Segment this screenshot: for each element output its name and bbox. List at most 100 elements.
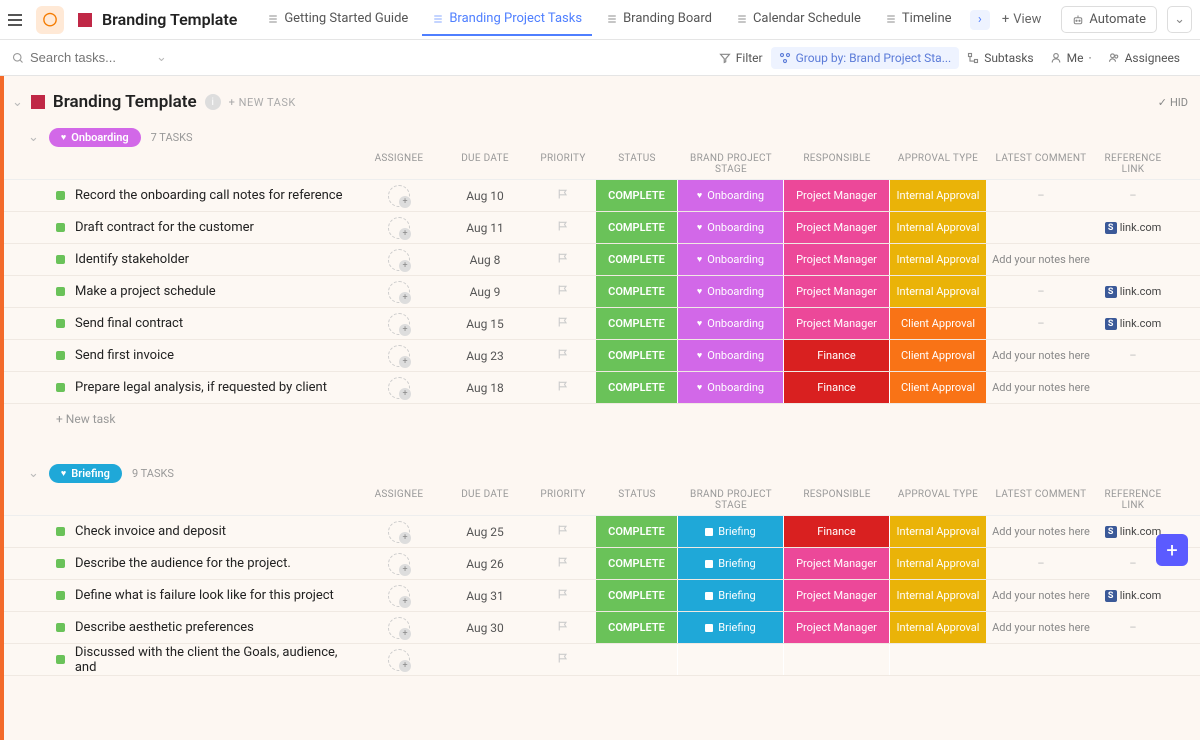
responsible-cell[interactable]: Project Manager — [784, 212, 890, 243]
priority-cell[interactable] — [530, 284, 596, 300]
stage-cell[interactable]: ♥ Onboarding — [678, 372, 784, 403]
info-icon[interactable]: i — [205, 94, 221, 110]
task-row[interactable]: Describe the audience for the project.Au… — [4, 548, 1200, 580]
group-by-button[interactable]: Group by: Brand Project Sta... — [771, 47, 960, 69]
link-cell[interactable]: S link.com — [1096, 285, 1170, 298]
stage-cell[interactable]: Briefing — [678, 548, 784, 579]
assignee-avatar[interactable] — [388, 345, 410, 367]
responsible-cell[interactable]: Project Manager — [784, 244, 890, 275]
priority-cell[interactable] — [530, 524, 596, 540]
priority-cell[interactable] — [530, 348, 596, 364]
responsible-cell[interactable]: Project Manager — [784, 580, 890, 611]
due-date-cell[interactable]: Aug 11 — [440, 221, 530, 235]
status-cell[interactable]: COMPLETE — [596, 372, 678, 403]
collapse-stage-icon[interactable]: ⌄ — [28, 466, 39, 481]
status-cell[interactable]: COMPLETE — [596, 212, 678, 243]
task-row[interactable]: Check invoice and depositAug 25COMPLETE … — [4, 516, 1200, 548]
menu-icon[interactable] — [8, 10, 28, 30]
comment-cell[interactable]: – — [986, 285, 1096, 298]
stage-cell[interactable]: ♥ Onboarding — [678, 340, 784, 371]
approval-cell[interactable]: Internal Approval — [890, 548, 986, 579]
search-input[interactable] — [30, 50, 150, 65]
due-date-cell[interactable]: Aug 30 — [440, 621, 530, 635]
stage-cell[interactable]: ♥ Onboarding — [678, 308, 784, 339]
status-cell[interactable]: COMPLETE — [596, 612, 678, 643]
comment-cell[interactable]: Add your notes here — [986, 525, 1096, 538]
assignees-button[interactable]: Assignees — [1100, 47, 1188, 69]
tab-getting-started-guide[interactable]: Getting Started Guide — [257, 3, 418, 36]
responsible-cell[interactable]: Project Manager — [784, 548, 890, 579]
task-row[interactable]: Describe aesthetic preferencesAug 30COMP… — [4, 612, 1200, 644]
approval-cell[interactable]: Internal Approval — [890, 180, 986, 211]
new-task-header-button[interactable]: + NEW TASK — [229, 96, 296, 109]
status-cell[interactable]: COMPLETE — [596, 580, 678, 611]
task-status-icon[interactable] — [56, 383, 65, 392]
approval-cell[interactable]: Client Approval — [890, 372, 986, 403]
stage-cell[interactable]: ♥ Onboarding — [678, 244, 784, 275]
responsible-cell[interactable]: Finance — [784, 372, 890, 403]
task-status-icon[interactable] — [56, 351, 65, 360]
priority-cell[interactable] — [530, 588, 596, 604]
due-date-cell[interactable]: Aug 15 — [440, 317, 530, 331]
task-status-icon[interactable] — [56, 319, 65, 328]
responsible-cell[interactable]: Project Manager — [784, 276, 890, 307]
status-cell[interactable]: COMPLETE — [596, 308, 678, 339]
responsible-cell[interactable]: Project Manager — [784, 612, 890, 643]
status-cell[interactable]: COMPLETE — [596, 244, 678, 275]
responsible-cell[interactable]: Project Manager — [784, 180, 890, 211]
priority-cell[interactable] — [530, 316, 596, 332]
stage-cell[interactable]: ♥ Onboarding — [678, 276, 784, 307]
task-row[interactable]: Record the onboarding call notes for ref… — [4, 180, 1200, 212]
assignee-avatar[interactable] — [388, 281, 410, 303]
priority-cell[interactable] — [530, 220, 596, 236]
comment-cell[interactable]: Add your notes here — [986, 589, 1096, 602]
tab-branding-project-tasks[interactable]: Branding Project Tasks — [422, 3, 592, 36]
task-row[interactable]: Define what is failure look like for thi… — [4, 580, 1200, 612]
priority-cell[interactable] — [530, 252, 596, 268]
link-cell[interactable]: – — [1096, 621, 1170, 634]
comment-cell[interactable]: – — [986, 557, 1096, 570]
status-cell[interactable]: COMPLETE — [596, 548, 678, 579]
task-row[interactable]: Send final contractAug 15COMPLETE♥ Onboa… — [4, 308, 1200, 340]
task-row[interactable]: Discussed with the client the Goals, aud… — [4, 644, 1200, 676]
comment-cell[interactable]: – — [986, 189, 1096, 202]
due-date-cell[interactable]: Aug 8 — [440, 253, 530, 267]
priority-cell[interactable] — [530, 380, 596, 396]
due-date-cell[interactable]: Aug 25 — [440, 525, 530, 539]
new-task-button[interactable]: + New task — [4, 404, 1200, 434]
priority-cell[interactable] — [530, 652, 596, 668]
task-status-icon[interactable] — [56, 255, 65, 264]
comment-cell[interactable]: Add your notes here — [986, 253, 1096, 266]
stage-pill[interactable]: ♥Briefing — [49, 464, 122, 483]
due-date-cell[interactable]: Aug 31 — [440, 589, 530, 603]
link-cell[interactable]: – — [1096, 189, 1170, 202]
task-row[interactable]: Send first invoiceAug 23COMPLETE♥ Onboar… — [4, 340, 1200, 372]
task-row[interactable]: Draft contract for the customerAug 11COM… — [4, 212, 1200, 244]
subtasks-button[interactable]: Subtasks — [959, 47, 1041, 69]
link-cell[interactable]: S link.com — [1096, 589, 1170, 602]
hide-button[interactable]: ✓ HID — [1158, 96, 1188, 109]
priority-cell[interactable] — [530, 556, 596, 572]
priority-cell[interactable] — [530, 188, 596, 204]
comment-cell[interactable]: Add your notes here — [986, 349, 1096, 362]
approval-cell[interactable]: Internal Approval — [890, 244, 986, 275]
due-date-cell[interactable]: Aug 18 — [440, 381, 530, 395]
collapse-stage-icon[interactable]: ⌄ — [28, 130, 39, 145]
link-cell[interactable]: S link.com — [1096, 221, 1170, 234]
task-status-icon[interactable] — [56, 191, 65, 200]
create-task-fab[interactable]: + — [1156, 534, 1188, 566]
tab-branding-board[interactable]: Branding Board — [596, 3, 722, 36]
due-date-cell[interactable]: Aug 26 — [440, 557, 530, 571]
task-status-icon[interactable] — [56, 655, 65, 664]
status-cell[interactable]: COMPLETE — [596, 180, 678, 211]
task-status-icon[interactable] — [56, 623, 65, 632]
approval-cell[interactable]: Internal Approval — [890, 516, 986, 547]
link-cell[interactable]: – — [1096, 349, 1170, 362]
task-status-icon[interactable] — [56, 527, 65, 536]
automate-button[interactable]: Automate — [1061, 6, 1157, 33]
approval-cell[interactable]: Client Approval — [890, 308, 986, 339]
due-date-cell[interactable]: Aug 9 — [440, 285, 530, 299]
me-button[interactable]: Me · — [1042, 47, 1100, 69]
task-status-icon[interactable] — [56, 223, 65, 232]
tabs-scroll-right[interactable]: › — [970, 10, 990, 30]
